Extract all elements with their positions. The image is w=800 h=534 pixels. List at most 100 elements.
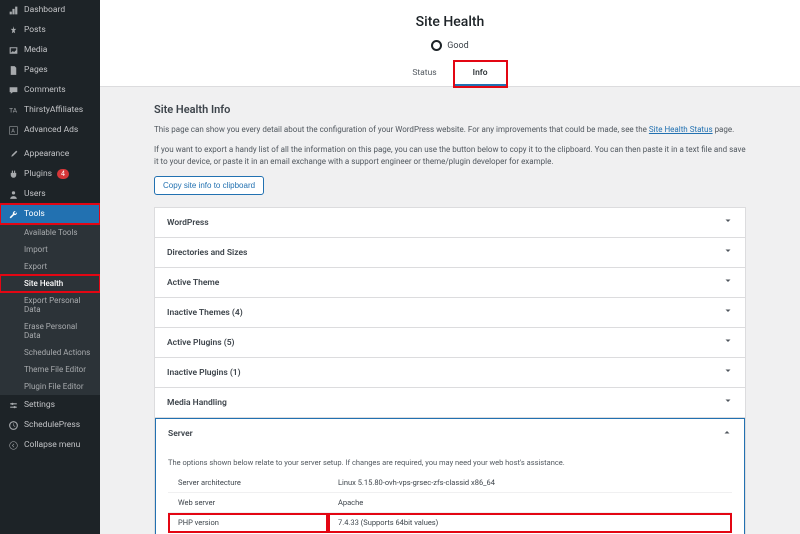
menu-item[interactable]: Pages [0,60,100,80]
submenu-item[interactable]: Import [0,241,100,258]
menu-label: Collapse menu [24,440,80,450]
svg-text:TA: TA [9,106,18,114]
menu-label: ThirstyAffiliates [24,105,83,115]
plug-icon [7,168,19,180]
menu-label: Dashboard [24,5,65,15]
settings-icon [7,399,19,411]
info-accordion: WordPress Directories and Sizes Active The… [154,207,746,534]
menu-label: Plugins [24,169,52,179]
menu-item[interactable]: TA ThirstyAffiliates [0,100,100,120]
media-icon [7,44,19,56]
page-icon [7,64,19,76]
table-row: Server architectureLinux 5.15.80-ovh-vps… [168,473,732,493]
submenu-item[interactable]: Export [0,258,100,275]
server-table: Server architectureLinux 5.15.80-ovh-vps… [168,473,732,534]
menu-item[interactable]: Users [0,184,100,204]
menu-item[interactable]: SchedulePress [0,415,100,435]
svg-text:A: A [11,128,15,134]
accordion-item: Inactive Plugins (1) [155,358,745,388]
submenu-item[interactable]: Export Personal Data [0,292,100,318]
accordion-header[interactable]: Directories and Sizes [155,238,745,267]
menu-label: Appearance [24,149,69,159]
menu-item[interactable]: A Advanced Ads [0,120,100,140]
main-content: Site Health Good Status Info Site Health… [100,0,800,534]
accordion-title: WordPress [167,218,209,228]
row-key: Server architecture [168,473,328,493]
menu-label: Users [24,189,46,199]
row-value: Apache [328,493,732,513]
menu-label: Advanced Ads [24,125,78,135]
row-key: PHP version [168,513,328,533]
ta-icon: TA [7,104,19,116]
menu-label: Comments [24,85,66,95]
update-badge: 4 [57,169,69,179]
menu-label: Tools [24,209,45,219]
admin-sidebar: Dashboard Posts Media Pages Comments TA Thirst… [0,0,100,534]
accordion-title: Active Theme [167,278,219,288]
info-section: Site Health Info This page can show you … [130,87,770,534]
status-label: Good [447,41,468,51]
table-row: PHP version7.4.33 (Supports 64bit values… [168,513,732,533]
schedule-icon [7,419,19,431]
comment-icon [7,84,19,96]
accordion-item: Media Handling [155,388,745,418]
chevron-down-icon [723,336,733,349]
accordion-title: Inactive Themes (4) [167,308,243,318]
submenu-item[interactable]: Plugin File Editor [0,378,100,395]
status-summary: Good [100,40,800,51]
submenu-item[interactable]: Site Health [0,275,100,292]
info-desc-2: If you want to export a handy list of al… [154,144,746,168]
menu-item[interactable]: Appearance [0,144,100,164]
accordion-title: Inactive Plugins (1) [167,368,241,378]
menu-item[interactable]: Settings [0,395,100,415]
menu-label: Pages [24,65,48,75]
user-icon [7,188,19,200]
accordion-title: Media Handling [167,398,227,408]
page-title: Site Health [100,14,800,30]
accordion-header[interactable]: Inactive Plugins (1) [155,358,745,387]
accordion-header[interactable]: Inactive Themes (4) [155,298,745,327]
menu-label: Settings [24,400,55,410]
collapse-menu-button[interactable]: Collapse menu [0,435,100,455]
accordion-header[interactable]: Active Theme [155,268,745,297]
menu-item[interactable]: Media [0,40,100,60]
submenu-item[interactable]: Scheduled Actions [0,344,100,361]
accordion-item: Server The options shown below relate to … [155,418,745,534]
accordion-header[interactable]: Server [156,419,744,448]
menu-label: Media [24,45,47,55]
submenu-item[interactable]: Available Tools [0,224,100,241]
table-row: Web serverApache [168,493,732,513]
accordion-body: The options shown below relate to your s… [156,448,744,534]
collapse-icon [7,439,19,451]
menu-item[interactable]: Tools [0,204,100,224]
accordion-header[interactable]: WordPress [155,208,745,237]
menu-label: Posts [24,25,46,35]
submenu-item[interactable]: Erase Personal Data [0,318,100,344]
info-desc-1: This page can show you every detail abou… [154,124,746,136]
accordion-header[interactable]: Media Handling [155,388,745,417]
accordion-header[interactable]: Active Plugins (5) [155,328,745,357]
menu-item[interactable]: Dashboard [0,0,100,20]
chevron-down-icon [723,366,733,379]
tabs: Status Info [100,61,800,87]
row-value: 7.4.33 (Supports 64bit values) [328,513,732,533]
pin-icon [7,24,19,36]
menu-item[interactable]: Posts [0,20,100,40]
tab-status[interactable]: Status [394,62,454,86]
tab-info[interactable]: Info [455,62,506,86]
accordion-title: Server [168,429,193,439]
chevron-down-icon [723,216,733,229]
site-health-status-link[interactable]: Site Health Status [649,125,713,134]
aads-icon: A [7,124,19,136]
info-heading: Site Health Info [154,103,746,116]
menu-item[interactable]: Comments [0,80,100,100]
chevron-down-icon [723,246,733,259]
copy-site-info-button[interactable]: Copy site info to clipboard [154,176,264,195]
accordion-item: Directories and Sizes [155,238,745,268]
accordion-item: WordPress [155,208,745,238]
wrench-icon [7,208,19,220]
chevron-down-icon [723,306,733,319]
submenu-item[interactable]: Theme File Editor [0,361,100,378]
server-note: The options shown below relate to your s… [168,458,732,467]
menu-item[interactable]: Plugins 4 [0,164,100,184]
